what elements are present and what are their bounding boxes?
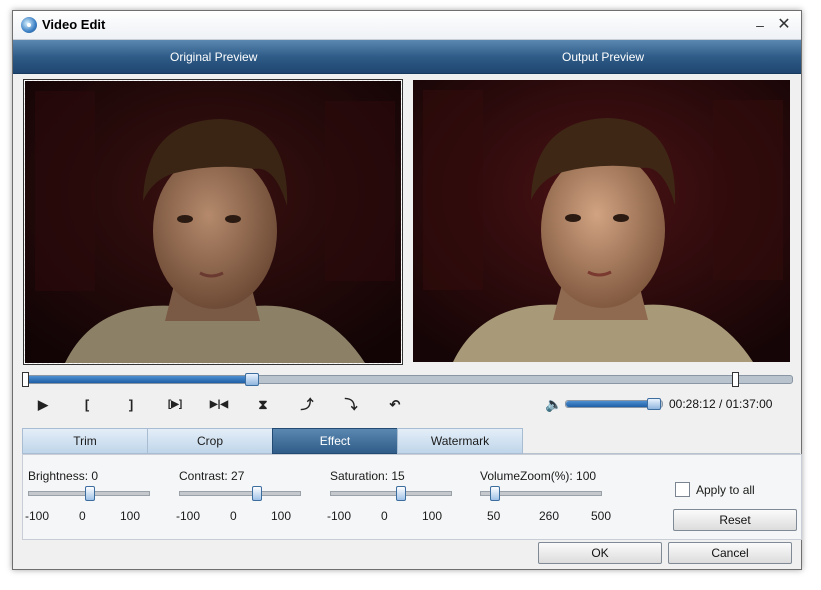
saturation-max: 100	[422, 509, 443, 523]
volume-zoom-mid: 260	[539, 509, 560, 523]
tab-watermark[interactable]: Watermark	[397, 428, 523, 454]
mark-out-icon[interactable]: ]	[119, 395, 143, 415]
apply-to-all-checkbox[interactable]	[675, 482, 690, 497]
contrast-label: Contrast: 27	[179, 469, 245, 483]
trim-start-marker[interactable]	[22, 372, 29, 387]
brightness-label: Brightness: 0	[28, 469, 99, 483]
app-disc-icon	[21, 17, 37, 33]
volume-icon[interactable]: 🔈	[545, 396, 562, 412]
original-frame-graphic	[25, 81, 401, 363]
volume-fill	[566, 401, 656, 407]
brightness-slider[interactable]	[28, 486, 150, 501]
original-preview-image[interactable]	[23, 79, 403, 365]
tab-crop[interactable]: Crop	[147, 428, 273, 454]
contrast-slider[interactable]	[179, 486, 301, 501]
contrast-mid: 0	[230, 509, 237, 523]
effect-panel: Brightness: 0 -100 0 100 Contrast: 27 -1…	[22, 454, 802, 540]
preview-header: Original Preview Output Preview	[13, 40, 801, 74]
title-bar: Video Edit – ✕	[13, 11, 801, 40]
minimize-button[interactable]: –	[751, 16, 769, 34]
saturation-thumb[interactable]	[396, 486, 406, 501]
brightness-max: 100	[120, 509, 141, 523]
rotate-left-icon[interactable]: ⤴	[295, 395, 319, 415]
volume-slider[interactable]	[565, 398, 663, 410]
volume-zoom-label: VolumeZoom(%): 100	[480, 469, 597, 483]
tab-trim[interactable]: Trim	[22, 428, 148, 454]
time-display: 00:28:12 / 01:37:00	[669, 397, 773, 411]
seek-bar[interactable]	[22, 372, 793, 387]
saturation-label: Saturation: 15	[330, 469, 405, 483]
reset-button[interactable]: Reset	[673, 509, 797, 531]
play-icon[interactable]: ▶	[31, 395, 55, 415]
saturation-slider[interactable]	[330, 486, 452, 501]
contrast-max: 100	[271, 509, 292, 523]
seek-progress-fill	[24, 376, 251, 383]
tab-effect[interactable]: Effect	[272, 428, 398, 454]
undo-icon[interactable]: ↶	[383, 395, 407, 415]
seek-thumb[interactable]	[244, 373, 259, 386]
brightness-thumb[interactable]	[85, 486, 95, 501]
video-edit-window: Video Edit – ✕ Original Preview Output P…	[12, 10, 802, 570]
saturation-mid: 0	[381, 509, 388, 523]
volume-zoom-slider[interactable]	[480, 486, 602, 501]
volume-zoom-max: 500	[591, 509, 612, 523]
output-frame-graphic	[413, 80, 790, 362]
volume-zoom-min: 50	[487, 509, 501, 523]
brightness-min: -100	[25, 509, 50, 523]
flip-vertical-icon[interactable]: ⧗	[251, 395, 275, 415]
original-preview-label: Original Preview	[170, 50, 258, 64]
cancel-button[interactable]: Cancel	[668, 542, 792, 564]
apply-to-all-label[interactable]: Apply to all	[696, 483, 755, 497]
mark-in-icon[interactable]: [	[75, 395, 99, 415]
edit-tabs: Trim Crop Effect Watermark	[22, 428, 800, 454]
close-button[interactable]: ✕	[775, 16, 793, 34]
contrast-thumb[interactable]	[252, 486, 263, 501]
ok-button[interactable]: OK	[538, 542, 662, 564]
next-frame-icon[interactable]: ▶|◀	[207, 395, 231, 415]
rotate-right-icon[interactable]: ⤵	[339, 395, 363, 415]
contrast-min: -100	[176, 509, 201, 523]
play-selection-icon[interactable]: [▶]	[163, 395, 187, 415]
volume-zoom-thumb[interactable]	[490, 486, 501, 501]
volume-thumb[interactable]	[647, 398, 662, 410]
window-title: Video Edit	[42, 17, 106, 32]
output-preview-image[interactable]	[413, 80, 790, 362]
saturation-min: -100	[327, 509, 352, 523]
brightness-mid: 0	[79, 509, 86, 523]
output-preview-label: Output Preview	[562, 50, 645, 64]
trim-end-marker[interactable]	[732, 372, 739, 387]
